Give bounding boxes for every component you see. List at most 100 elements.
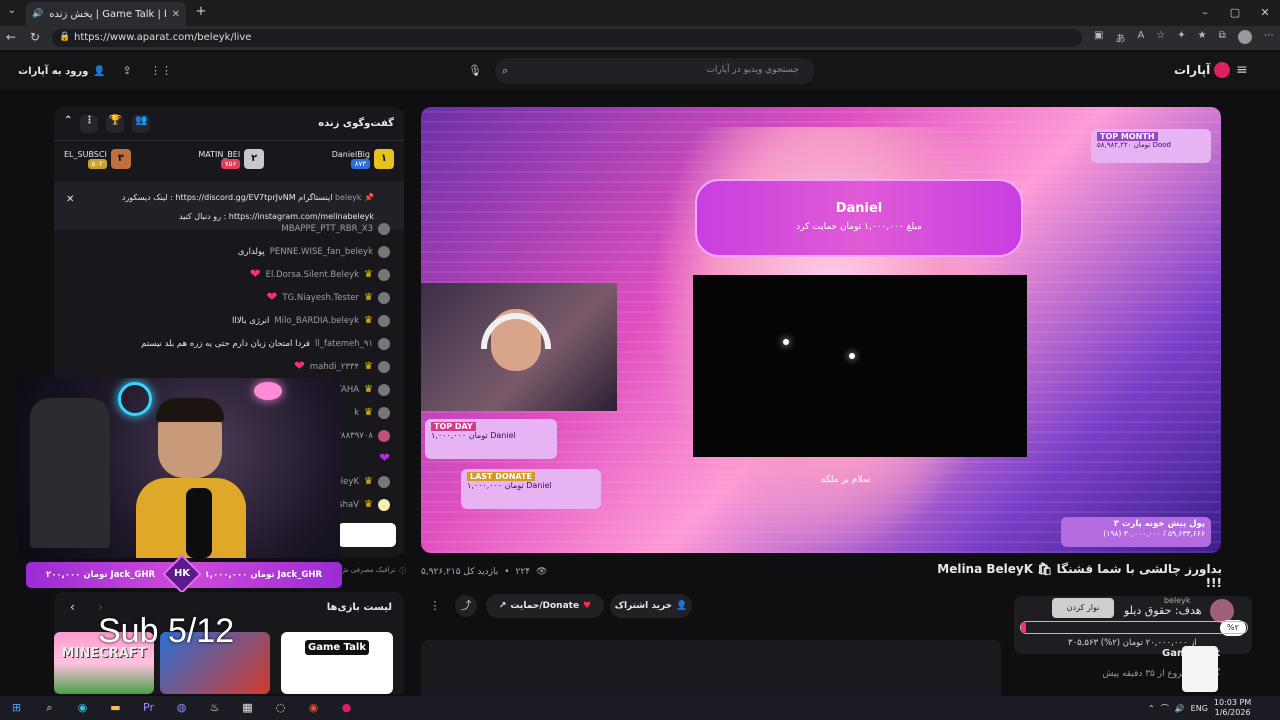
channel-avatar[interactable] bbox=[1182, 646, 1218, 692]
chat-options-icon[interactable]: ⋮ bbox=[80, 114, 99, 133]
chat-message: ❤ El.Dorsa.Silent.Beleyk ♛ bbox=[54, 263, 404, 286]
aparat-logo[interactable]: آپارات bbox=[1174, 62, 1231, 78]
chat-message: MBAPPE_PTT_RBR_X3 bbox=[54, 217, 404, 240]
chat-input[interactable] bbox=[338, 523, 396, 547]
stream-start: شروع از ۳۵ دقیقه پیش bbox=[1102, 669, 1190, 679]
message-text: ❤ bbox=[379, 451, 390, 466]
user-icon: 👤 bbox=[93, 65, 106, 77]
message-text: ❤ bbox=[266, 290, 278, 305]
favorite-icon[interactable]: ☆ bbox=[1156, 30, 1165, 46]
goal-overlay-title: پول پیش خونه پارت ۳ bbox=[1113, 519, 1205, 529]
donor-name: EL_SUBSCI bbox=[64, 150, 107, 159]
microphone bbox=[186, 488, 212, 558]
aparat-logo-icon bbox=[1214, 62, 1231, 78]
donate-button[interactable]: ↗ حمایت/Donate ♥ bbox=[486, 594, 604, 618]
maximize-icon[interactable]: ▢ bbox=[1226, 4, 1244, 22]
user-avatar bbox=[378, 245, 390, 258]
donor-amount: ۸۷۳ bbox=[350, 159, 370, 169]
close-tab-icon[interactable]: ✕ bbox=[172, 9, 180, 20]
obs-icon[interactable]: ◌ bbox=[264, 696, 297, 720]
crown-icon: ♛ bbox=[364, 315, 373, 326]
user-avatar bbox=[378, 222, 390, 235]
wifi-icon[interactable]: ⌒ bbox=[1161, 703, 1169, 714]
steam-icon[interactable]: ♨ bbox=[198, 696, 231, 720]
ticker-left: ۲۰۰,۰۰۰ تومان Jack_GHR bbox=[46, 570, 155, 580]
microphone-icon[interactable]: 🎙 bbox=[464, 60, 486, 82]
search-icon[interactable]: ⌕ bbox=[502, 64, 508, 78]
user-avatar bbox=[378, 268, 390, 281]
users-icon[interactable]: 👥 bbox=[132, 114, 151, 133]
file-explorer-icon[interactable]: ▬ bbox=[99, 696, 132, 720]
start-icon[interactable]: ⊞ bbox=[0, 696, 33, 720]
message-user: MBAPPE_PTT_RBR_X3 bbox=[281, 223, 373, 234]
menu-icon[interactable]: ≡ bbox=[1236, 62, 1248, 78]
login-button[interactable]: ورود به آپارات 👤 bbox=[18, 60, 106, 82]
inset-headphones bbox=[481, 313, 551, 349]
more-options-icon[interactable]: ⋮ bbox=[424, 595, 446, 617]
video-player[interactable]: Daniel مبلغ ۱,۰۰۰,۰۰۰ تومان حمایت کرد TO… bbox=[421, 107, 1221, 553]
lower-content-area bbox=[421, 640, 1001, 700]
share-icon[interactable]: ⤴ bbox=[455, 595, 477, 617]
message-user: mahdi_۲۳۳۴ bbox=[309, 361, 360, 372]
edge-icon[interactable]: ◉ bbox=[66, 696, 99, 720]
favorites-bar-icon[interactable]: ★ bbox=[1198, 30, 1207, 46]
profile-avatar[interactable] bbox=[1237, 30, 1252, 44]
crown-icon: ♛ bbox=[364, 292, 373, 303]
subscribe-button[interactable]: خرید اشتراک 👤 bbox=[610, 594, 692, 618]
split-screen-icon[interactable]: ▣ bbox=[1094, 30, 1103, 46]
input-language[interactable]: ENG bbox=[1191, 704, 1208, 713]
apps-grid-icon[interactable]: ⋮⋮ bbox=[150, 60, 172, 82]
search-input[interactable]: جستجوی ویدیو در آپارات bbox=[495, 58, 815, 84]
top-donor-1[interactable]: DanielBig ۸۷۳ ۱ bbox=[332, 149, 394, 169]
browser-tab[interactable]: 🔊 پخش زنده | Game Talk | beleyk ✕ bbox=[26, 2, 186, 26]
prev-arrow-icon[interactable]: ‹ bbox=[70, 600, 75, 614]
aparat-taskbar-icon[interactable]: ● bbox=[330, 696, 363, 720]
discord-icon[interactable]: ◍ bbox=[165, 696, 198, 720]
close-pinned-icon[interactable]: ✕ bbox=[66, 190, 74, 209]
back-icon[interactable]: ← bbox=[6, 30, 16, 44]
minimize-icon[interactable]: – bbox=[1196, 4, 1214, 22]
neon-sign-pink bbox=[254, 382, 282, 400]
message-user: k bbox=[354, 407, 360, 418]
donation-alert: Daniel مبلغ ۱,۰۰۰,۰۰۰ تومان حمایت کرد bbox=[695, 179, 1023, 257]
chat-message: ❤ mahdi_۲۳۳۴ ♛ bbox=[54, 355, 404, 378]
trophy-icon[interactable]: 🏆 bbox=[106, 114, 125, 133]
rank-badge: ۲ bbox=[244, 149, 265, 169]
clock[interactable]: 10:03 PM 1/6/2026 bbox=[1214, 698, 1251, 718]
streamer-webcam bbox=[18, 378, 340, 558]
url-field[interactable]: https://www.aparat.com/beleyk/live bbox=[52, 29, 1082, 47]
collapse-icon[interactable]: ⌃ bbox=[64, 115, 72, 133]
message-user: Milo_BARDIA.beleyk bbox=[274, 315, 360, 326]
collections-icon[interactable]: ⧉ bbox=[1219, 30, 1226, 46]
hk-logo-text: HK bbox=[173, 568, 191, 579]
view-stats: ۵,۹۲۶,۲۱۵ بازدید کل • ۲۲۴ 👁 bbox=[421, 565, 561, 579]
donor-name: DanielBig bbox=[331, 150, 370, 159]
message-user: El.Dorsa.Silent.Beleyk bbox=[265, 269, 360, 280]
store-icon[interactable]: ▦ bbox=[231, 696, 264, 720]
tray-chevron-icon[interactable]: ⌃ bbox=[1148, 704, 1155, 713]
new-tab-button[interactable]: + bbox=[192, 4, 210, 22]
extension-icon[interactable]: ✦ bbox=[1177, 30, 1185, 46]
more-icon[interactable]: ⋯ bbox=[1264, 30, 1274, 46]
clock-date: 1/6/2026 bbox=[1214, 708, 1251, 717]
game-thumb-gametalk[interactable]: Game Talk bbox=[281, 632, 393, 694]
donor-amount: ۷۵۶ bbox=[220, 159, 241, 169]
chrome-icon[interactable]: ◉ bbox=[297, 696, 330, 720]
volume-icon[interactable]: 🔊 bbox=[1175, 704, 1185, 713]
premiere-icon[interactable]: Pr bbox=[132, 696, 165, 720]
login-label: ورود به آپارات bbox=[18, 65, 89, 77]
search-taskbar-icon[interactable]: ⌕ bbox=[33, 696, 66, 720]
refresh-icon[interactable]: ↻ bbox=[30, 30, 40, 44]
read-aloud-icon[interactable]: A bbox=[1137, 30, 1144, 46]
heart-icon: ♥ bbox=[583, 601, 592, 611]
top-donor-3[interactable]: EL_SUBSCI ۵۰۲ ۳ bbox=[64, 149, 131, 169]
top-donors-row: EL_SUBSCI ۵۰۲ ۳ MATIN_BEI ۷۵۶ ۲ DanielBi… bbox=[54, 141, 404, 177]
top-month-badge: TOP MONTH ۵۸,۹۸۲,۲۲۰ تومان Dood bbox=[1091, 129, 1211, 163]
top-donor-2[interactable]: MATIN_BEI ۷۵۶ ۲ bbox=[198, 149, 265, 169]
light-spot bbox=[849, 353, 855, 359]
translate-icon[interactable]: あ bbox=[1115, 30, 1125, 46]
upload-icon[interactable]: ⇪ bbox=[116, 60, 138, 82]
tab-list-icon[interactable]: ⌄ bbox=[4, 5, 20, 21]
user-avatar bbox=[378, 498, 390, 511]
close-window-icon[interactable]: ✕ bbox=[1256, 4, 1274, 22]
